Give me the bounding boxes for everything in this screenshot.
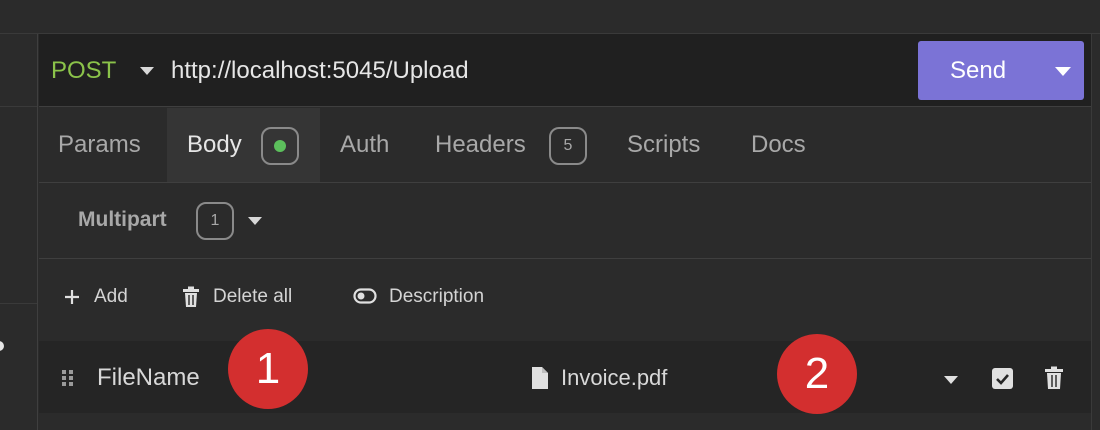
method-dropdown-icon[interactable] — [140, 67, 154, 75]
left-sidebar — [0, 34, 38, 430]
tab-scripts[interactable]: Scripts — [627, 129, 700, 161]
multipart-count-badge: 1 — [196, 202, 234, 240]
file-picker[interactable]: Invoice.pdf — [561, 364, 667, 392]
trash-icon[interactable] — [182, 286, 200, 308]
tab-docs[interactable]: Docs — [751, 129, 806, 161]
send-options-dropdown-icon[interactable] — [1055, 67, 1071, 76]
url-input[interactable]: http://localhost:5045/Upload — [171, 56, 469, 86]
file-icon — [532, 367, 548, 389]
send-button-label[interactable]: Send — [950, 56, 1006, 86]
status-dot-icon — [274, 140, 286, 152]
sidebar-divider — [0, 106, 37, 107]
tab-headers[interactable]: Headers — [435, 129, 526, 161]
plus-icon[interactable] — [63, 288, 81, 306]
headers-count-badge: 5 — [549, 127, 587, 165]
field-enabled-checkbox[interactable] — [992, 368, 1013, 389]
right-divider — [1091, 34, 1092, 430]
delete-all-button[interactable]: Delete all — [213, 285, 292, 309]
add-button[interactable]: Add — [94, 285, 128, 309]
drag-handle-icon[interactable] — [61, 369, 75, 387]
toggle-icon[interactable] — [353, 288, 377, 304]
top-bar — [0, 0, 1100, 34]
tab-auth[interactable]: Auth — [340, 129, 389, 161]
body-status-badge — [261, 127, 299, 165]
checkmark-icon — [996, 374, 1009, 385]
method-selector[interactable]: POST — [51, 56, 116, 86]
annotation-marker-2: 2 — [777, 334, 857, 414]
field-type-dropdown-icon[interactable] — [944, 376, 958, 384]
annotation-marker-1: 1 — [228, 329, 308, 409]
field-name-input[interactable]: FileName — [97, 363, 200, 393]
tab-params[interactable]: Params — [58, 129, 141, 161]
body-mode-dropdown-icon[interactable] — [248, 217, 262, 225]
tab-body[interactable]: Body — [187, 129, 242, 161]
sidebar-divider — [0, 303, 37, 304]
description-toggle[interactable]: Description — [389, 285, 484, 309]
delete-field-icon[interactable] — [1044, 366, 1064, 390]
body-mode-selector[interactable]: Multipart — [78, 206, 167, 234]
